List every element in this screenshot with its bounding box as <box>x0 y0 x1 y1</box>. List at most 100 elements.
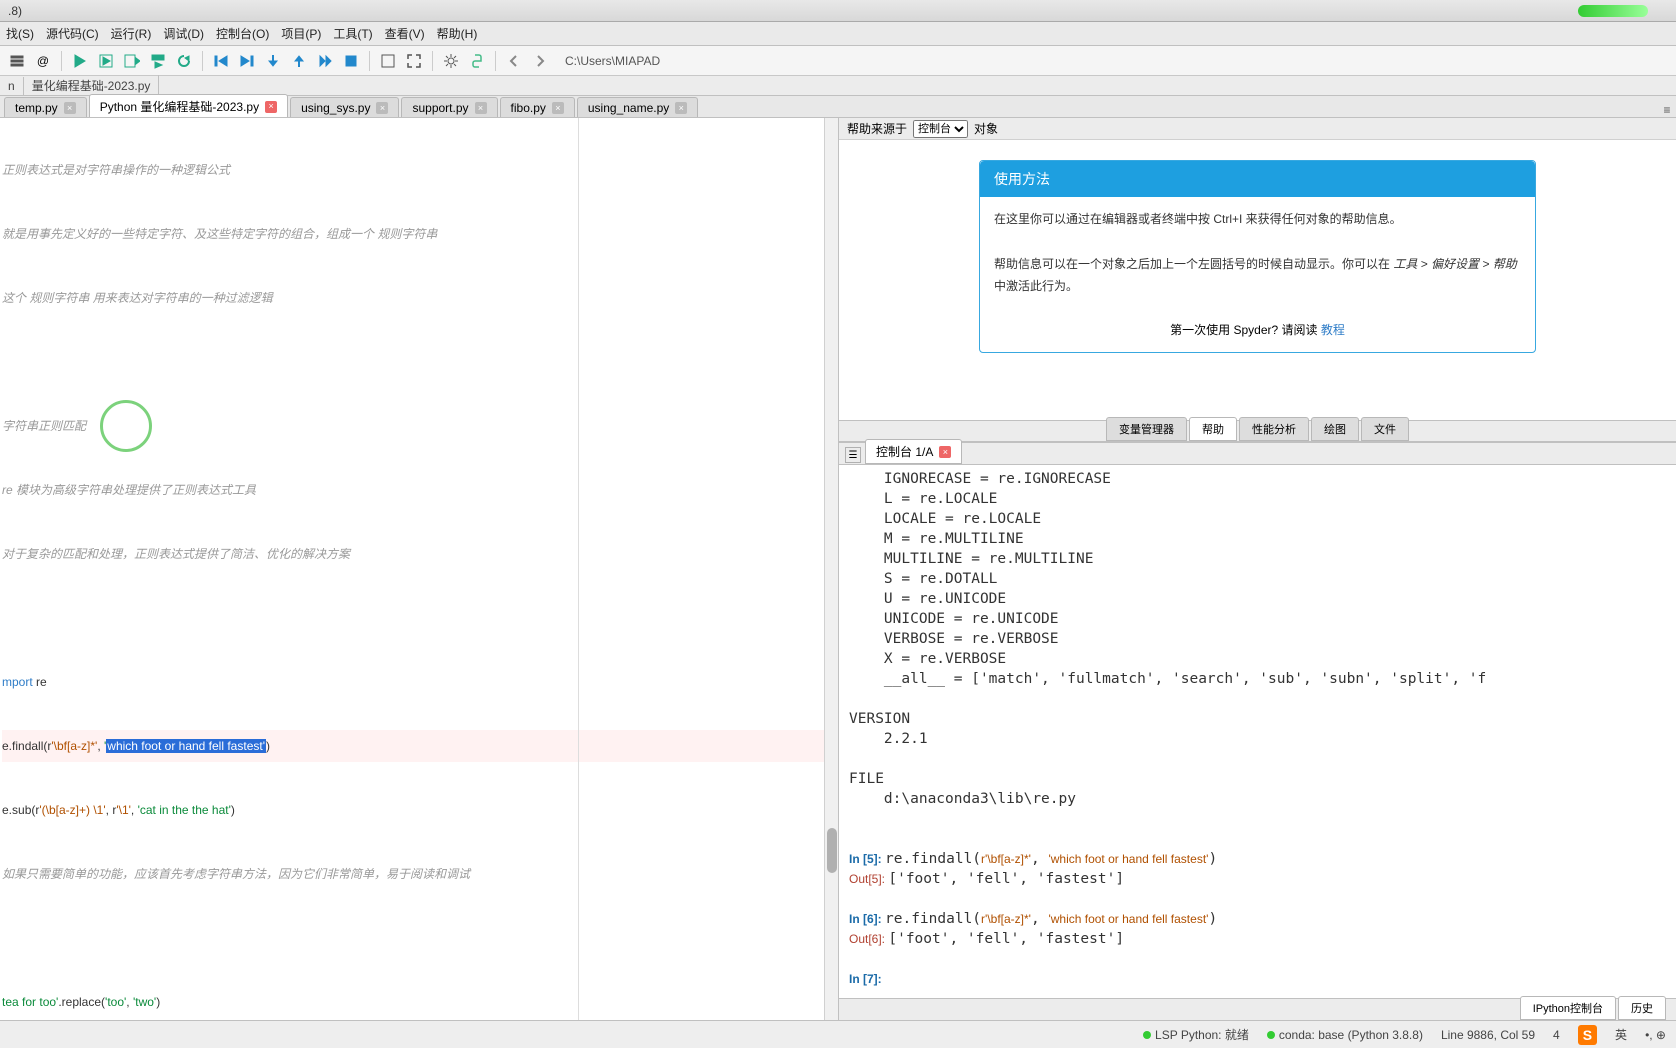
tab-plots[interactable]: 绘图 <box>1311 417 1359 441</box>
right-pane: 帮助来源于 控制台 对象 使用方法 在这里你可以通过在编辑器或者终端中按 Ctr… <box>838 118 1676 1020</box>
tab-help[interactable]: 帮助 <box>1189 417 1237 441</box>
close-icon[interactable]: × <box>939 446 951 458</box>
console-output[interactable]: IGNORECASE = re.IGNORECASE L = re.LOCALE… <box>839 465 1676 998</box>
close-icon[interactable]: × <box>552 102 564 114</box>
file-tab-using-name[interactable]: using_name.py × <box>577 97 698 117</box>
nav-forward-icon[interactable] <box>529 50 551 72</box>
nav-back-icon[interactable] <box>503 50 525 72</box>
menu-run[interactable]: 运行(R) <box>105 23 158 44</box>
tab-files[interactable]: 文件 <box>1361 417 1409 441</box>
breadcrumb-bar: n 量化编程基础-2023.py <box>0 76 1676 96</box>
outline-icon[interactable] <box>6 50 28 72</box>
at-icon[interactable]: @ <box>32 50 54 72</box>
help-object-label: 对象 <box>974 120 998 137</box>
selection: which foot or hand fell fastest' <box>106 739 266 753</box>
help-card-p2: 帮助信息可以在一个对象之后加上一个左圆括号的时候自动显示。你可以在 工具 > 偏… <box>994 254 1521 297</box>
file-tab-label: support.py <box>412 101 468 115</box>
ime-lang[interactable]: 英 <box>1615 1026 1627 1043</box>
title-text: .8) <box>8 4 22 18</box>
run-cell-icon[interactable] <box>95 50 117 72</box>
ime-extra[interactable]: •, ⊕ <box>1645 1028 1666 1042</box>
menu-debug[interactable]: 调试(D) <box>157 23 210 44</box>
menu-project[interactable]: 项目(P) <box>275 23 327 44</box>
preferences-icon[interactable] <box>440 50 462 72</box>
file-tab-main[interactable]: Python 量化编程基础-2023.py × <box>89 94 288 117</box>
breadcrumb-root[interactable]: n <box>0 77 24 95</box>
help-toolbar: 帮助来源于 控制台 对象 <box>839 118 1676 140</box>
menu-tools[interactable]: 工具(T) <box>327 23 378 44</box>
fullscreen-icon[interactable] <box>403 50 425 72</box>
file-tab-temp[interactable]: temp.py × <box>4 97 87 117</box>
scrollbar-thumb[interactable] <box>827 828 837 873</box>
console-open-icon[interactable]: ☰ <box>845 447 861 463</box>
file-tab-label: using_sys.py <box>301 101 370 115</box>
right-pane-tabs: 变量管理器 帮助 性能分析 绘图 文件 <box>839 420 1676 442</box>
status-dot-icon <box>1267 1031 1275 1039</box>
main-toolbar: @ C:\Users\MIAPAD <box>0 46 1676 76</box>
breadcrumb-file[interactable]: 量化编程基础-2023.py <box>24 75 160 96</box>
close-icon[interactable]: × <box>675 102 687 114</box>
console-pane: ☰ 控制台 1/A× IGNORECASE = re.IGNORECASE L … <box>839 443 1676 1020</box>
tab-history[interactable]: 历史 <box>1618 996 1666 1020</box>
help-card-title: 使用方法 <box>980 161 1535 197</box>
file-tab-label: using_name.py <box>588 101 669 115</box>
file-tab-using-sys[interactable]: using_sys.py × <box>290 97 399 117</box>
menu-console[interactable]: 控制台(O) <box>210 23 275 44</box>
status-position: Line 9886, Col 59 <box>1441 1028 1535 1042</box>
file-tab-label: temp.py <box>15 101 58 115</box>
debug-stop-icon[interactable] <box>340 50 362 72</box>
menu-view[interactable]: 查看(V) <box>379 23 431 44</box>
debug-step-out-icon[interactable] <box>288 50 310 72</box>
window-pill-indicator <box>1578 5 1648 17</box>
run-icon[interactable] <box>69 50 91 72</box>
status-dot-icon <box>1143 1031 1151 1039</box>
menu-help[interactable]: 帮助(H) <box>431 23 484 44</box>
close-icon[interactable]: × <box>376 102 388 114</box>
console-bottom-tabs: IPython控制台 历史 <box>839 998 1676 1020</box>
menu-source[interactable]: 源代码(C) <box>40 23 105 44</box>
status-bar: LSP Python: 就绪 conda: base (Python 3.8.8… <box>0 1020 1676 1048</box>
console-tab[interactable]: 控制台 1/A× <box>865 439 962 464</box>
editor-file-tabs: temp.py × Python 量化编程基础-2023.py × using_sy… <box>0 96 1676 118</box>
maximize-pane-icon[interactable] <box>377 50 399 72</box>
debug-continue-icon[interactable] <box>314 50 336 72</box>
status-lsp: LSP Python: 就绪 <box>1143 1026 1249 1043</box>
status-mem: 4 <box>1553 1028 1560 1042</box>
tab-ipython[interactable]: IPython控制台 <box>1520 996 1616 1020</box>
rerun-icon[interactable] <box>173 50 195 72</box>
editor-scrollbar[interactable] <box>824 118 838 1020</box>
editor-pane[interactable]: 正则表达式是对字符串操作的一种逻辑公式 就是用事先定义好的一些特定字符、及这些特… <box>0 118 838 1020</box>
title-bar: .8) <box>0 0 1676 22</box>
debug-step-into-icon[interactable] <box>262 50 284 72</box>
tab-profiler[interactable]: 性能分析 <box>1239 417 1309 441</box>
file-tab-support[interactable]: support.py × <box>401 97 497 117</box>
tab-menu-icon[interactable]: ≡ <box>1658 103 1676 117</box>
working-dir-path[interactable]: C:\Users\MIAPAD <box>565 54 660 68</box>
help-card-p1: 在这里你可以通过在编辑器或者终端中按 Ctrl+I 来获得任何对象的帮助信息。 <box>994 209 1521 231</box>
close-icon[interactable]: × <box>265 101 277 113</box>
ime-badge-icon[interactable]: S <box>1578 1025 1597 1045</box>
file-tab-label: fibo.py <box>511 101 546 115</box>
help-card-footer: 第一次使用 Spyder? 请阅读 教程 <box>980 309 1535 352</box>
console-tab-bar: ☰ 控制台 1/A× <box>839 443 1676 465</box>
tab-variables[interactable]: 变量管理器 <box>1106 417 1187 441</box>
editor-body[interactable]: 正则表达式是对字符串操作的一种逻辑公式 就是用事先定义好的一些特定字符、及这些特… <box>0 118 838 1020</box>
file-tab-fibo[interactable]: fibo.py × <box>500 97 575 117</box>
status-conda: conda: base (Python 3.8.8) <box>1267 1028 1423 1042</box>
help-card: 使用方法 在这里你可以通过在编辑器或者终端中按 Ctrl+I 来获得任何对象的帮… <box>979 160 1536 353</box>
run-selection-icon[interactable] <box>147 50 169 72</box>
python-path-icon[interactable] <box>466 50 488 72</box>
run-cell-advance-icon[interactable] <box>121 50 143 72</box>
file-tab-label: Python 量化编程基础-2023.py <box>100 98 259 115</box>
help-source-select[interactable]: 控制台 <box>913 120 968 138</box>
tutorial-link[interactable]: 教程 <box>1321 323 1345 337</box>
debug-step-back-icon[interactable] <box>210 50 232 72</box>
close-icon[interactable]: × <box>64 102 76 114</box>
menu-bar: 找(S) 源代码(C) 运行(R) 调试(D) 控制台(O) 项目(P) 工具(… <box>0 22 1676 46</box>
debug-step-icon[interactable] <box>236 50 258 72</box>
help-source-label: 帮助来源于 <box>847 120 907 137</box>
close-icon[interactable]: × <box>475 102 487 114</box>
menu-find[interactable]: 找(S) <box>0 23 40 44</box>
help-body: 使用方法 在这里你可以通过在编辑器或者终端中按 Ctrl+I 来获得任何对象的帮… <box>839 140 1676 420</box>
editor-guide-line <box>578 118 579 1020</box>
